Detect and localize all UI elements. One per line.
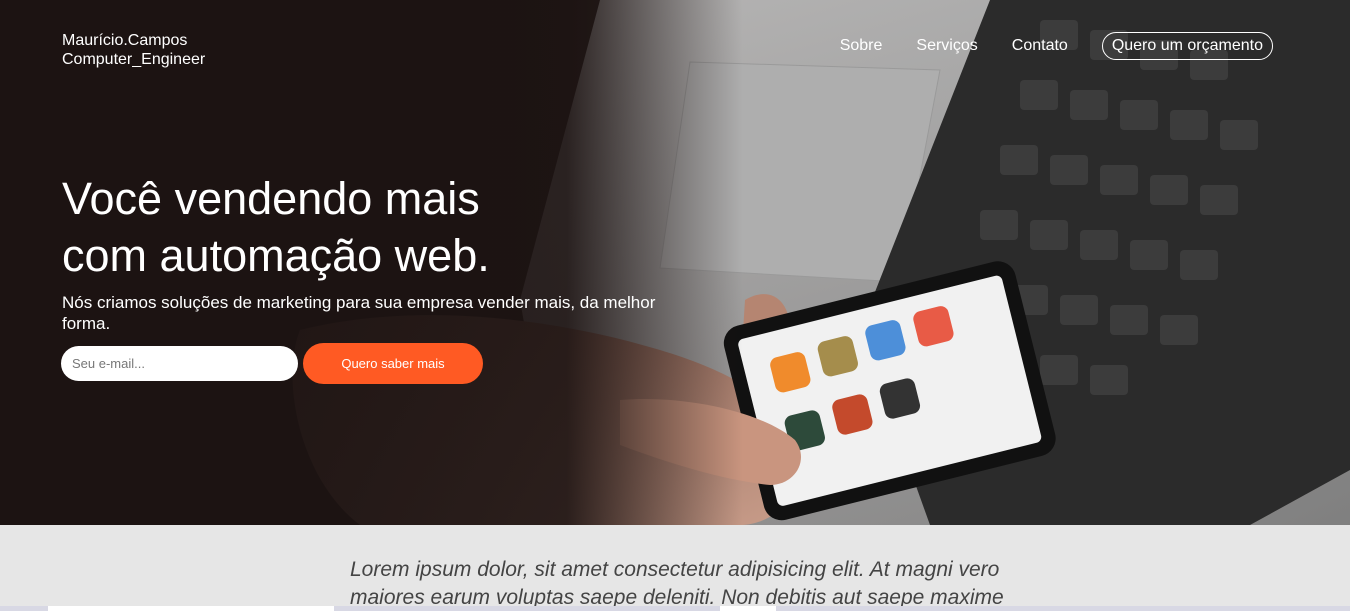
learn-more-button[interactable]: Quero saber mais bbox=[303, 343, 483, 384]
quote-request-button[interactable]: Quero um orçamento bbox=[1101, 32, 1273, 60]
nav-link-contato[interactable]: Contato bbox=[1012, 37, 1068, 55]
nav-link-sobre[interactable]: Sobre bbox=[840, 37, 883, 55]
brand-tagline: Computer_Engineer bbox=[62, 51, 206, 68]
bottom-edge-segment bbox=[720, 606, 776, 611]
brand-name: Maurício.Campos bbox=[62, 32, 188, 49]
hero-headline-line1: Você vendendo mais bbox=[62, 173, 480, 224]
hero-headline-line2: com automação web. bbox=[62, 230, 490, 281]
brand-logo[interactable]: Maurício.Campos Computer_Engineer bbox=[62, 31, 205, 69]
intro-text: Lorem ipsum dolor, sit amet consectetur … bbox=[350, 558, 1004, 609]
hero-section: Maurício.Campos Computer_Engineer Sobre … bbox=[0, 0, 1350, 525]
bottom-edge bbox=[0, 606, 1350, 611]
bottom-edge-segment bbox=[48, 606, 334, 611]
main-nav: Sobre Serviços Contato Quero um orçament… bbox=[806, 32, 1273, 60]
hero-subtitle: Nós criamos soluções de marketing para s… bbox=[62, 293, 656, 333]
nav-link-servicos[interactable]: Serviços bbox=[916, 37, 977, 55]
email-input[interactable] bbox=[61, 346, 298, 381]
hero-headline: Você vendendo mais com automação web. bbox=[62, 170, 662, 284]
